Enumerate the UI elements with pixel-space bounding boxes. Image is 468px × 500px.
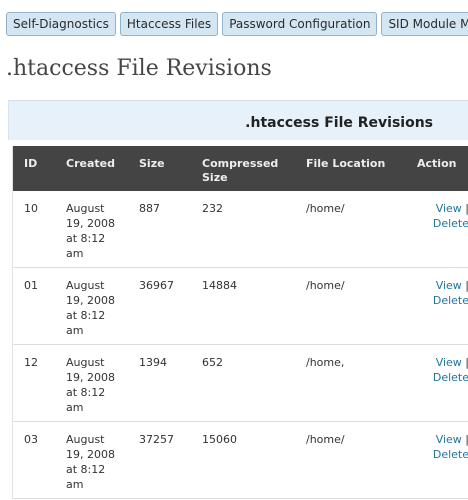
view-link[interactable]: View [436,433,462,446]
cell-id: 03 [24,433,38,446]
table-row: 01 August 19, 2008 at 8:12 am 36967 1488… [13,268,468,345]
table-header: ID Created Size Compressed Size File Loc… [13,146,468,191]
cell-file-location: /home/ [306,433,345,446]
cell-id: 12 [24,356,38,369]
cell-file-location: /home/ [306,279,345,292]
cell-action: View | Delete [425,278,468,308]
header-size: Size [139,157,165,170]
panel-title: .htaccess File Revisions [245,115,433,131]
tab-sid-module[interactable]: SID Module Ma [381,12,468,36]
table-row: 12 August 19, 2008 at 8:12 am 1394 652 /… [13,345,468,422]
cell-action: View | Delete [425,355,468,385]
cell-action: View | Delete [425,201,468,231]
cell-created: August 19, 2008 at 8:12 am [66,202,115,260]
header-file-location: File Location [306,157,386,170]
plugin-tabs: Self-Diagnostics Htaccess Files Password C… [6,12,468,36]
header-compressed-size: Compressed Size [202,157,278,185]
action-separator: | [465,356,468,369]
header-id: ID [24,157,38,170]
header-compressed-line1: Compressed [202,157,279,170]
cell-id: 01 [24,279,38,292]
cell-compressed-size: 14884 [202,279,237,292]
table-row: 10 August 19, 2008 at 8:12 am 887 232 /h… [13,191,468,268]
cell-action: View | Delete [425,432,468,462]
cell-id: 10 [24,202,38,215]
cell-compressed-size: 15060 [202,433,237,446]
cell-created: August 19, 2008 at 8:12 am [66,433,115,491]
delete-link[interactable]: Delete [433,371,468,384]
cell-size: 887 [139,202,160,215]
cell-file-location: /home, [306,356,345,369]
delete-link[interactable]: Delete [433,448,468,461]
cell-created: August 19, 2008 at 8:12 am [66,279,115,337]
view-link[interactable]: View [436,202,462,215]
action-separator: | [465,433,468,446]
header-compressed-line2: Size [202,171,228,184]
table-row: 03 August 19, 2008 at 8:12 am 37257 1506… [13,422,468,499]
delete-link[interactable]: Delete [433,294,468,307]
cell-size: 1394 [139,356,167,369]
page-title: .htaccess File Revisions [6,56,272,81]
view-link[interactable]: View [436,356,462,369]
cell-file-location: /home/ [306,202,345,215]
header-created: Created [66,157,115,170]
cell-compressed-size: 652 [202,356,223,369]
view-link[interactable]: View [436,279,462,292]
tab-password-configuration[interactable]: Password Configuration [222,12,378,36]
delete-link[interactable]: Delete [433,217,468,230]
cell-compressed-size: 232 [202,202,223,215]
cell-size: 37257 [139,433,174,446]
header-action: Action [417,157,457,170]
tab-htaccess-files[interactable]: Htaccess Files [119,12,219,36]
action-separator: | [465,202,468,215]
tab-self-diagnostics[interactable]: Self-Diagnostics [6,12,116,36]
cell-size: 36967 [139,279,174,292]
cell-created: August 19, 2008 at 8:12 am [66,356,115,414]
action-separator: | [465,279,468,292]
panel-header: .htaccess File Revisions [8,100,468,140]
revisions-table: ID Created Size Compressed Size File Loc… [12,146,468,499]
